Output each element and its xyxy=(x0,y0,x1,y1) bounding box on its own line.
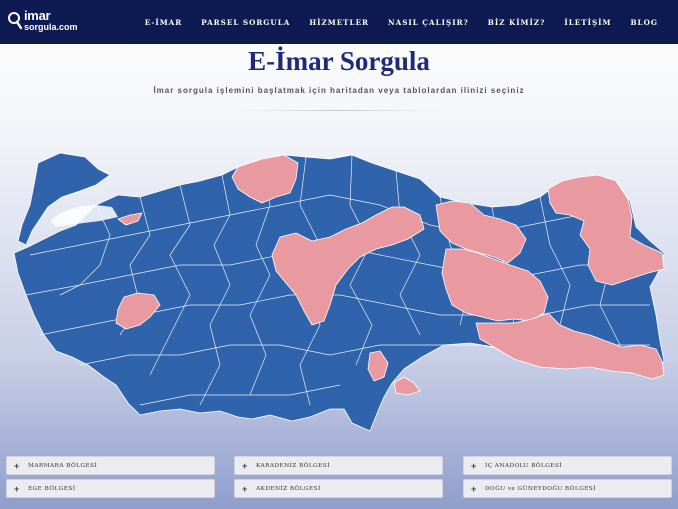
region-label: İÇ ANADOLU BÖLGESİ xyxy=(485,462,562,469)
plus-icon: + xyxy=(471,460,477,471)
nav-eimar[interactable]: E-İMAR xyxy=(145,18,182,27)
page-subtitle: İmar sorgula işlemini başlatmak için har… xyxy=(153,86,525,95)
region-ege-button[interactable]: + EGE BÖLGESİ xyxy=(6,479,215,498)
nav-iletisim[interactable]: İLETİŞİM xyxy=(564,18,611,27)
region-label: MARMARA BÖLGESİ xyxy=(28,462,98,469)
nav-hizmetler[interactable]: HİZMETLER xyxy=(309,18,369,27)
nav-biz-kimiz[interactable]: BİZ KİMİZ? xyxy=(488,18,546,27)
logo-text: imar sorgula.com xyxy=(24,7,78,32)
nav-parsel-sorgula[interactable]: PARSEL SORGULA xyxy=(201,18,290,27)
magnifier-icon xyxy=(6,10,23,32)
region-marmara-button[interactable]: + MARMARA BÖLGESİ xyxy=(6,456,215,475)
region-akdeniz-button[interactable]: + AKDENİZ BÖLGESİ xyxy=(234,479,443,498)
region-karadeniz-button[interactable]: + KARADENİZ BÖLGESİ xyxy=(234,456,443,475)
region-label: AKDENİZ BÖLGESİ xyxy=(256,485,321,492)
plus-icon: + xyxy=(471,483,477,494)
logo-line2: sorgula.com xyxy=(24,21,78,32)
region-dogu-guneydogu-button[interactable]: + DOĞU ve GÜNEYDOĞU BÖLGESİ xyxy=(463,479,672,498)
province-highlight-hatay[interactable] xyxy=(393,376,421,396)
nav-links: E-İMAR PARSEL SORGULA HİZMETLER NASIL ÇA… xyxy=(126,0,658,44)
top-navbar: imar sorgula.com E-İMAR PARSEL SORGULA H… xyxy=(0,0,678,44)
nav-blog[interactable]: BLOG xyxy=(630,18,658,27)
region-ic-anadolu-button[interactable]: + İÇ ANADOLU BÖLGESİ xyxy=(463,456,672,475)
title-divider xyxy=(240,110,438,111)
page-title: E-İmar Sorgula xyxy=(248,46,430,76)
region-label: KARADENİZ BÖLGESİ xyxy=(256,462,330,469)
nav-nasil-calisir[interactable]: NASIL ÇALIŞIR? xyxy=(388,18,469,27)
region-label: DOĞU ve GÜNEYDOĞU BÖLGESİ xyxy=(485,485,596,492)
region-label: EGE BÖLGESİ xyxy=(28,485,76,492)
plus-icon: + xyxy=(242,460,248,471)
logo-line1: imar xyxy=(24,7,51,23)
turkey-province-map[interactable] xyxy=(0,145,678,435)
plus-icon: + xyxy=(14,483,20,494)
plus-icon: + xyxy=(14,460,20,471)
plus-icon: + xyxy=(242,483,248,494)
site-logo[interactable]: imar sorgula.com xyxy=(6,8,86,34)
